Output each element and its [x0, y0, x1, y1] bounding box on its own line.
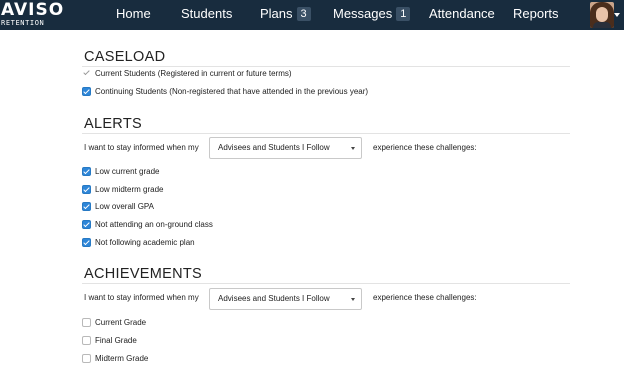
nav-students[interactable]: Students — [181, 0, 232, 30]
nav-reports-label: Reports — [513, 6, 559, 21]
alerts-inform-prefix: I want to stay informed when my — [84, 143, 199, 152]
checkbox-current-grade[interactable] — [82, 318, 91, 327]
alerts-audience-value: Advisees and Students I Follow — [218, 143, 330, 152]
achievements-divider — [82, 283, 570, 284]
achievements-inform-prefix: I want to stay informed when my — [84, 293, 199, 302]
checkbox-label: Low overall GPA — [95, 202, 154, 211]
messages-count-badge: 1 — [396, 7, 411, 21]
alerts-audience-select[interactable]: Advisees and Students I Follow — [209, 137, 362, 159]
checkbox-label: Midterm Grade — [95, 354, 149, 363]
nav-messages[interactable]: Messages 1 — [333, 0, 411, 30]
select-arrow-icon — [351, 298, 355, 301]
nav-plans-label: Plans — [260, 6, 293, 21]
select-arrow-icon — [351, 147, 355, 150]
nav-plans[interactable]: Plans 3 — [260, 0, 311, 30]
caret-down-icon[interactable] — [614, 13, 620, 17]
user-avatar[interactable] — [590, 2, 614, 28]
achievements-audience-value: Advisees and Students I Follow — [218, 294, 330, 303]
checkbox-not-attending[interactable] — [82, 220, 91, 229]
checkbox-label: Low midterm grade — [95, 185, 164, 194]
nav-home-label: Home — [116, 6, 151, 21]
user-menu[interactable] — [590, 2, 620, 28]
checkbox-label: Final Grade — [95, 336, 137, 345]
checkbox-not-following-plan[interactable] — [82, 238, 91, 247]
checkbox-low-overall-gpa[interactable] — [82, 202, 91, 211]
checkbox-low-midterm-grade[interactable] — [82, 185, 91, 194]
logo-wordmark: AVISO — [1, 0, 65, 20]
top-navbar: AVISO RETENTION Home Students Plans 3 Mes… — [0, 0, 624, 30]
nav-attendance-label: Attendance — [429, 6, 495, 21]
nav-students-label: Students — [181, 6, 233, 21]
nav-home[interactable]: Home — [116, 0, 151, 30]
checkbox-label: Not attending an on-ground class — [95, 220, 213, 229]
aviso-logo[interactable]: AVISO RETENTION — [0, 0, 63, 30]
achievements-audience-select[interactable]: Advisees and Students I Follow — [209, 288, 362, 310]
alerts-inform-suffix: experience these challenges: — [373, 143, 477, 152]
checkbox-final-grade[interactable] — [82, 336, 91, 345]
achievements-heading: ACHIEVEMENTS — [84, 266, 203, 282]
logo-subtitle: RETENTION — [1, 19, 45, 27]
alerts-divider — [82, 133, 570, 134]
checkbox-label: Current Grade — [95, 318, 147, 327]
nav-reports[interactable]: Reports — [513, 0, 559, 30]
checkbox-current-students[interactable] — [82, 69, 91, 78]
checkbox-label: Not following academic plan — [95, 238, 195, 247]
nav-attendance[interactable]: Attendance — [429, 0, 495, 30]
caseload-heading: CASELOAD — [84, 49, 166, 65]
achievements-inform-suffix: experience these challenges: — [373, 293, 477, 302]
checkbox-label: Low current grade — [95, 167, 160, 176]
plans-count-badge: 3 — [296, 7, 311, 21]
checkbox-label: Continuing Students (Non-registered that… — [95, 87, 369, 96]
alerts-heading: ALERTS — [84, 116, 142, 132]
checkbox-continuing-students[interactable] — [82, 87, 91, 96]
checkbox-label: Current Students (Registered in current … — [95, 69, 292, 78]
nav-messages-label: Messages — [333, 6, 393, 21]
checkbox-low-current-grade[interactable] — [82, 167, 91, 176]
checkbox-midterm-grade[interactable] — [82, 354, 91, 363]
